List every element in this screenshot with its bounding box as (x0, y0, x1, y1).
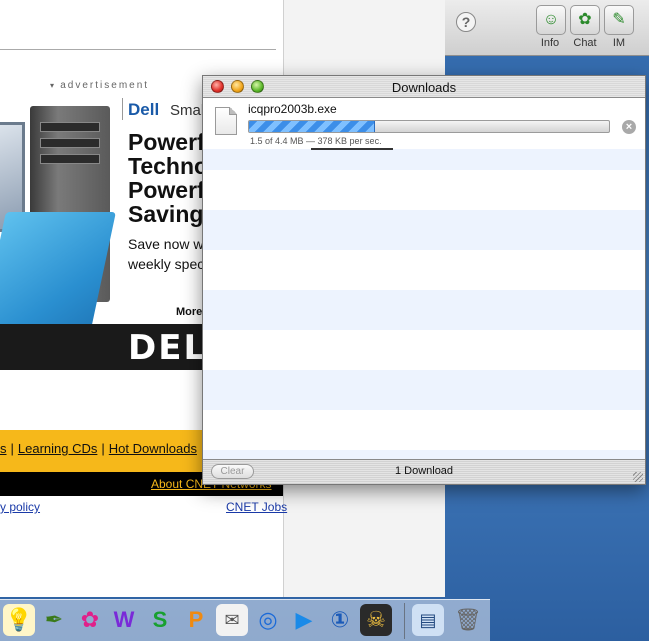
downloads-window: Downloads icqpro2003b.exe 1.5 of 4.4 MB … (202, 75, 646, 485)
chat-icon: ✿ (578, 11, 592, 28)
cnet-jobs-link[interactable]: CNET Jobs (226, 500, 287, 514)
download-progress-fill (249, 121, 375, 132)
footer-links: s | Learning CDs | Hot Downloads (0, 441, 197, 456)
trash-icon[interactable]: 🗑 (452, 604, 484, 636)
info-label: Info (540, 37, 560, 49)
status-underline (311, 148, 393, 150)
drive-bay (40, 138, 100, 148)
list-row-stripe (203, 410, 645, 450)
resize-grip-icon[interactable] (633, 472, 643, 482)
list-row-stripe (203, 290, 645, 330)
footer-link-learning-cds[interactable]: Learning CDs (18, 441, 98, 456)
advertisement-label: advertisement (50, 80, 149, 91)
pen-icon[interactable]: ✒ (38, 604, 70, 636)
close-icon: × (625, 121, 633, 133)
ad-more-link[interactable]: More (176, 306, 202, 318)
footer-link[interactable]: s (0, 441, 7, 456)
download-progress-bar (248, 120, 610, 133)
flower-icon[interactable]: ✿ (74, 604, 106, 636)
downloads-list[interactable]: icqpro2003b.exe 1.5 of 4.4 MB — 378 KB p… (203, 99, 645, 461)
window-title: Downloads (391, 80, 457, 95)
downloads-footer: Clear 1 Download (203, 459, 645, 484)
app-p-icon[interactable]: P (180, 604, 212, 636)
privacy-policy-link[interactable]: y policy (0, 500, 40, 514)
document-icon[interactable]: ✉ (216, 604, 248, 636)
ad-copy: Save now w weekly spec (128, 236, 205, 272)
file-icon (215, 107, 237, 135)
info-person-icon: ☺ (542, 11, 560, 28)
ad-brand: Dell (128, 100, 160, 119)
app-s-icon[interactable]: S (144, 604, 176, 636)
info-button[interactable]: ☺ (536, 5, 566, 35)
drive-bay (40, 122, 100, 132)
list-row-stripe (203, 330, 645, 370)
list-row-stripe (203, 210, 645, 250)
im-label: IM (612, 37, 626, 49)
list-row-stripe (203, 250, 645, 290)
stop-download-button[interactable]: × (622, 120, 636, 134)
download-count: 1 Download (394, 465, 454, 477)
im-button[interactable]: ✎ (604, 5, 634, 35)
list-row-stripe (203, 170, 645, 210)
number-one-icon[interactable]: ① (324, 604, 356, 636)
drive-bay (40, 154, 100, 164)
lightbulb-icon[interactable]: 💡 (3, 604, 35, 636)
app-w-icon[interactable]: W (108, 604, 140, 636)
list-row-stripe (203, 370, 645, 410)
pirate-icon[interactable]: ☠ (360, 604, 392, 636)
link-separator: | (10, 441, 14, 456)
quicktime-icon[interactable]: ◎ (252, 604, 284, 636)
download-file-name: icqpro2003b.exe (248, 102, 337, 116)
downloads-titlebar[interactable]: Downloads (203, 76, 645, 98)
screen-icon[interactable]: ▤ (412, 604, 444, 636)
footer-link-hot-downloads[interactable]: Hot Downloads (109, 441, 197, 456)
brand-divider (122, 98, 123, 120)
page-divider (0, 49, 276, 50)
im-icon: ✎ (612, 11, 626, 28)
help-button[interactable]: ? (456, 12, 476, 32)
download-item[interactable]: icqpro2003b.exe 1.5 of 4.4 MB — 378 KB p… (203, 99, 645, 150)
dock-separator (404, 603, 405, 639)
download-status: 1.5 of 4.4 MB — 378 KB per sec. (250, 136, 382, 146)
chat-button[interactable]: ✿ (570, 5, 600, 35)
play-icon[interactable]: ▶ (288, 604, 320, 636)
link-separator: | (101, 441, 105, 456)
